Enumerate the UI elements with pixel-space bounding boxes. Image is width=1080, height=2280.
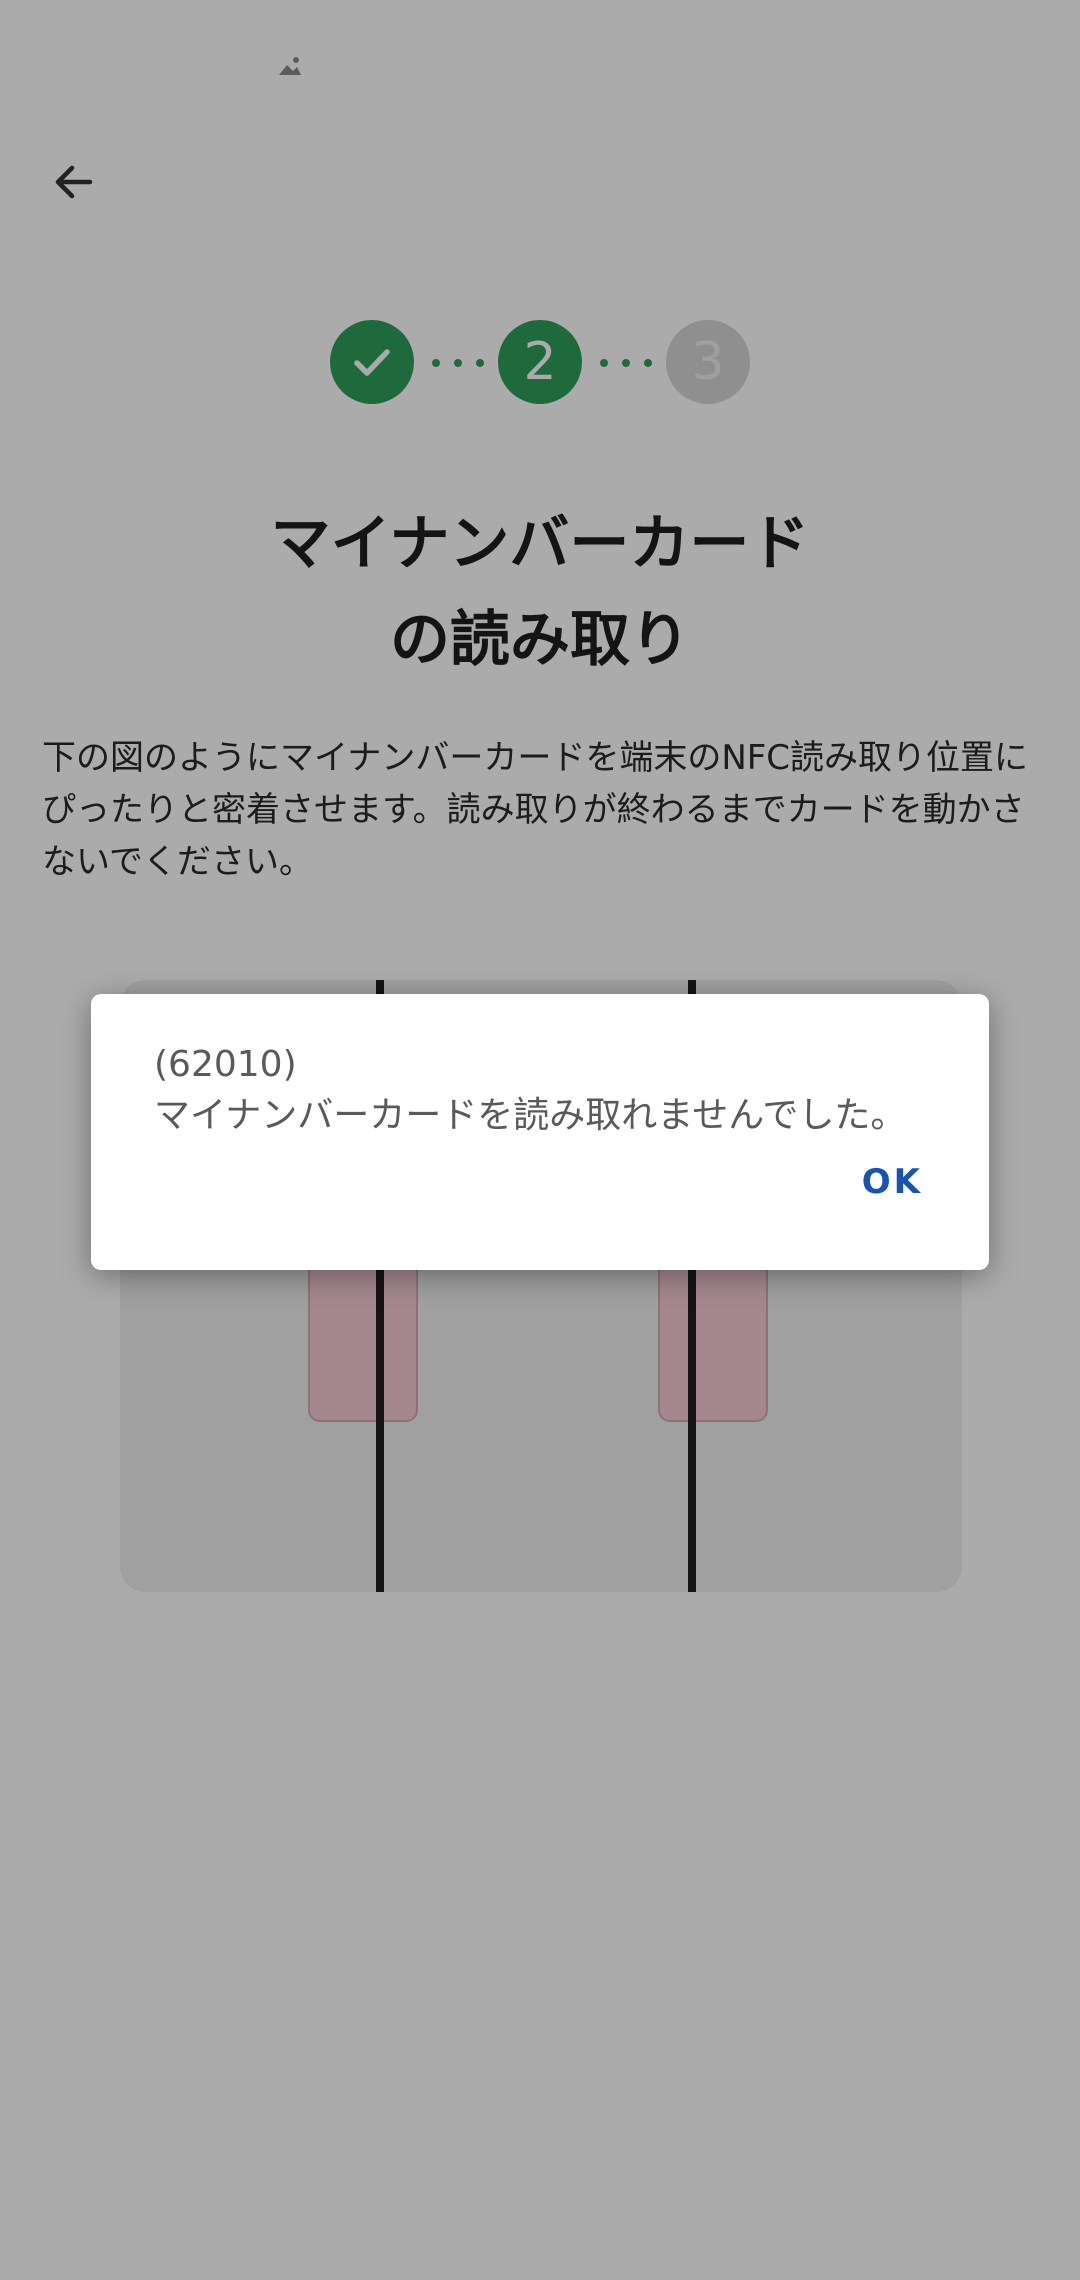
error-dialog: (62010) マイナンバーカードを読み取れませんでした。 OK [91,994,989,1270]
error-message: マイナンバーカードを読み取れませんでした。 [154,1095,907,1136]
ok-button[interactable]: OK [862,1162,923,1202]
error-code: (62010) [154,1044,297,1085]
